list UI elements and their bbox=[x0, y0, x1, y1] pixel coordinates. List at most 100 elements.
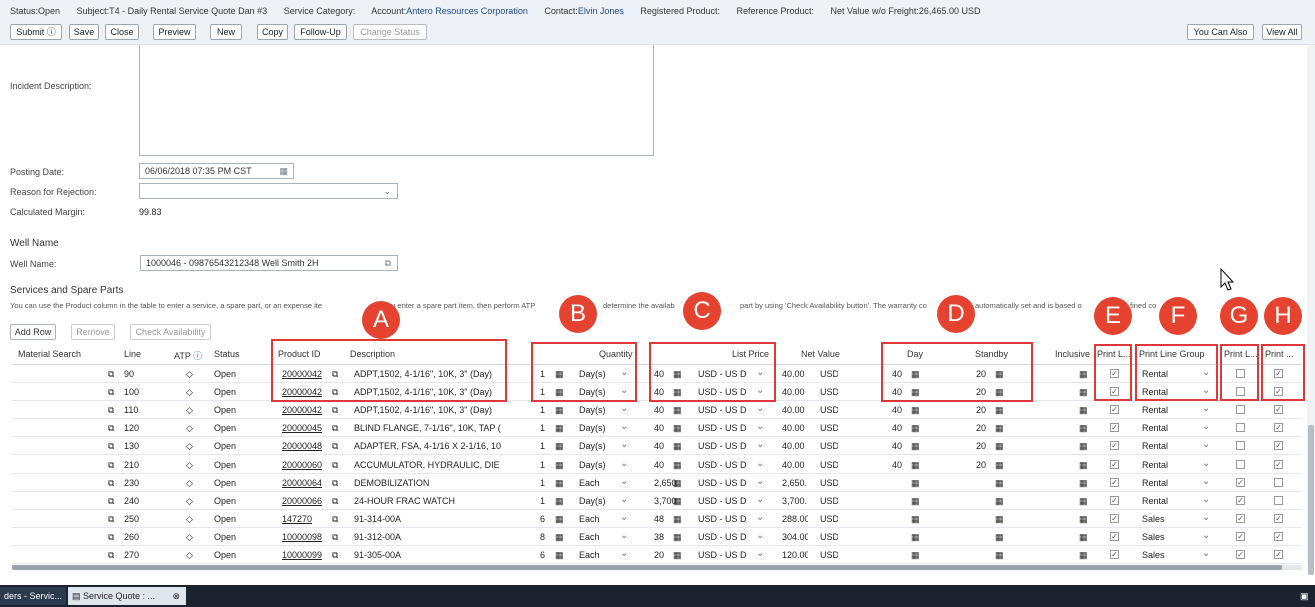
calculator-icon[interactable]: ▦ bbox=[911, 460, 920, 471]
product-id-link[interactable]: 10000098 bbox=[282, 532, 322, 542]
standby-value[interactable]: 20 bbox=[976, 423, 986, 433]
calculator-icon[interactable]: ▦ bbox=[555, 496, 564, 507]
chevron-down-icon[interactable]: ⌄ bbox=[756, 548, 764, 559]
table-row[interactable]: ⧉ 240 ◇ Open 20000066 ⧉ 24-HOUR FRAC WATCH 1 ▦ Da… bbox=[12, 492, 1302, 510]
chevron-down-icon[interactable]: ⌄ bbox=[620, 439, 628, 450]
calendar-icon[interactable]: ▦ bbox=[279, 164, 288, 178]
inclusive-icon[interactable]: ▦ bbox=[1079, 387, 1088, 398]
calculator-icon[interactable]: ▦ bbox=[673, 532, 682, 543]
open-product-icon[interactable]: ⧉ bbox=[332, 460, 338, 471]
chevron-down-icon[interactable]: ⌄ bbox=[1202, 494, 1210, 505]
chevron-down-icon[interactable]: ⌄ bbox=[756, 494, 764, 505]
calculator-icon[interactable]: ▦ bbox=[555, 441, 564, 452]
atp-icon[interactable]: ◇ bbox=[186, 514, 193, 525]
print-checkbox-3[interactable]: ✓ bbox=[1274, 550, 1283, 559]
print-line-checkbox-2[interactable]: ✓ bbox=[1236, 513, 1245, 523]
chevron-down-icon[interactable]: ⌄ bbox=[756, 476, 764, 487]
chevron-down-icon[interactable]: ⌄ bbox=[756, 458, 764, 469]
view-all-button[interactable]: View All bbox=[1262, 24, 1302, 40]
print-checkbox-3[interactable] bbox=[1274, 477, 1283, 487]
col-material-search[interactable]: Material Search bbox=[18, 349, 81, 359]
chevron-down-icon[interactable]: ⌄ bbox=[1202, 458, 1210, 469]
calculator-icon[interactable]: ▦ bbox=[555, 460, 564, 471]
calculator-icon[interactable]: ▦ bbox=[673, 423, 682, 434]
quantity-value[interactable]: 1 bbox=[540, 423, 545, 433]
chevron-down-icon[interactable]: ⌄ bbox=[756, 512, 764, 523]
unit-select[interactable]: Day(s) bbox=[579, 496, 606, 506]
add-row-button[interactable]: Add Row bbox=[10, 324, 56, 340]
col-inclusive[interactable]: Inclusive bbox=[1055, 349, 1090, 359]
open-material-icon[interactable]: ⧉ bbox=[108, 405, 114, 416]
close-button[interactable]: Close bbox=[105, 24, 139, 40]
open-product-icon[interactable]: ⧉ bbox=[332, 423, 338, 434]
chevron-down-icon[interactable]: ⌄ bbox=[620, 512, 628, 523]
copy-button[interactable]: Copy bbox=[257, 24, 288, 40]
chevron-down-icon[interactable]: ⌄ bbox=[620, 476, 628, 487]
quantity-value[interactable]: 1 bbox=[540, 460, 545, 470]
open-product-icon[interactable]: ⧉ bbox=[332, 478, 338, 489]
save-button[interactable]: Save bbox=[69, 24, 99, 40]
open-product-icon[interactable]: ⧉ bbox=[332, 514, 338, 525]
posting-date-input[interactable]: 06/06/2018 07:35 PM CST ▦ bbox=[139, 163, 294, 179]
print-checkbox-3[interactable]: ✓ bbox=[1274, 441, 1283, 451]
print-checkbox-3[interactable]: ✓ bbox=[1274, 423, 1283, 433]
quantity-value[interactable]: 1 bbox=[540, 478, 545, 488]
inclusive-icon[interactable]: ▦ bbox=[1079, 532, 1088, 543]
open-material-icon[interactable]: ⧉ bbox=[108, 550, 114, 561]
chevron-down-icon[interactable]: ⌄ bbox=[1202, 439, 1210, 450]
open-material-icon[interactable]: ⧉ bbox=[108, 387, 114, 398]
calculator-icon[interactable]: ▦ bbox=[995, 405, 1004, 416]
print-line-checkbox[interactable]: ✓ bbox=[1110, 441, 1119, 451]
col-line[interactable]: Line bbox=[124, 349, 141, 359]
calculator-icon[interactable]: ▦ bbox=[995, 550, 1004, 561]
chevron-down-icon[interactable]: ⌄ bbox=[620, 421, 628, 432]
product-id-link[interactable]: 20000048 bbox=[282, 441, 322, 451]
calculator-icon[interactable]: ▦ bbox=[911, 405, 920, 416]
standby-value[interactable]: 20 bbox=[976, 460, 986, 470]
quantity-value[interactable]: 1 bbox=[540, 496, 545, 506]
unit-select[interactable]: Each bbox=[579, 532, 600, 542]
calculator-icon[interactable]: ▦ bbox=[555, 514, 564, 525]
chevron-down-icon[interactable]: ⌄ bbox=[620, 548, 628, 559]
vertical-scrollbar[interactable] bbox=[1307, 45, 1315, 575]
print-line-group-select[interactable]: Sales bbox=[1142, 514, 1165, 524]
open-icon[interactable]: ⧉ bbox=[385, 256, 391, 270]
table-row[interactable]: ⧉ 260 ◇ Open 10000098 ⧉ 91-312-00A 8 ▦ Each ⌄ 38 ▦ US… bbox=[12, 528, 1302, 546]
atp-icon[interactable]: ◇ bbox=[186, 478, 193, 489]
print-line-checkbox-2[interactable] bbox=[1236, 441, 1245, 451]
unit-select[interactable]: Day(s) bbox=[579, 405, 606, 415]
product-id-link[interactable]: 10000099 bbox=[282, 550, 322, 560]
reason-rejection-select[interactable]: ⌄ bbox=[139, 183, 398, 199]
print-line-checkbox[interactable]: ✓ bbox=[1110, 423, 1119, 433]
calculator-icon[interactable]: ▦ bbox=[555, 423, 564, 434]
well-name-input[interactable]: 1000046 - 09876543212348 Well Smith 2H ⧉ bbox=[140, 255, 398, 271]
calculator-icon[interactable]: ▦ bbox=[911, 532, 920, 543]
product-id-link[interactable]: 20000066 bbox=[282, 496, 322, 506]
chevron-down-icon[interactable]: ⌄ bbox=[756, 530, 764, 541]
print-checkbox-3[interactable] bbox=[1274, 495, 1283, 505]
scrollbar-thumb[interactable] bbox=[1308, 425, 1314, 575]
list-price-value[interactable]: 40 bbox=[654, 460, 664, 470]
you-can-also-button[interactable]: You Can Also bbox=[1187, 24, 1254, 40]
currency-select[interactable]: USD - US D bbox=[698, 478, 750, 488]
atp-icon[interactable]: ◇ bbox=[186, 496, 193, 507]
print-checkbox-3[interactable]: ✓ bbox=[1274, 459, 1283, 469]
print-line-checkbox[interactable]: ✓ bbox=[1110, 459, 1119, 469]
chevron-down-icon[interactable]: ⌄ bbox=[1202, 421, 1210, 432]
print-line-checkbox[interactable]: ✓ bbox=[1110, 477, 1119, 487]
chevron-down-icon[interactable]: ⌄ bbox=[1202, 512, 1210, 523]
print-line-group-select[interactable]: Rental bbox=[1142, 441, 1168, 451]
col-net-value[interactable]: Net Value bbox=[801, 349, 840, 359]
table-row[interactable]: ⧉ 270 ◇ Open 10000099 ⧉ 91-305-00A 6 ▦ Each ⌄ 20 ▦ US… bbox=[12, 546, 1302, 564]
open-material-icon[interactable]: ⧉ bbox=[108, 496, 114, 507]
calculator-icon[interactable]: ▦ bbox=[911, 478, 920, 489]
chevron-down-icon[interactable]: ⌄ bbox=[620, 458, 628, 469]
print-line-checkbox-2[interactable]: ✓ bbox=[1236, 477, 1245, 487]
print-line-checkbox[interactable]: ✓ bbox=[1110, 405, 1119, 415]
calculator-icon[interactable]: ▦ bbox=[673, 550, 682, 561]
quantity-value[interactable]: 6 bbox=[540, 514, 545, 524]
quantity-value[interactable]: 8 bbox=[540, 532, 545, 542]
col-status[interactable]: Status bbox=[214, 349, 240, 359]
table-row[interactable]: ⧉ 130 ◇ Open 20000048 ⧉ ADAPTER, FSA, 4-1/16 X… bbox=[12, 437, 1302, 456]
list-price-value[interactable]: 20 bbox=[654, 550, 664, 560]
